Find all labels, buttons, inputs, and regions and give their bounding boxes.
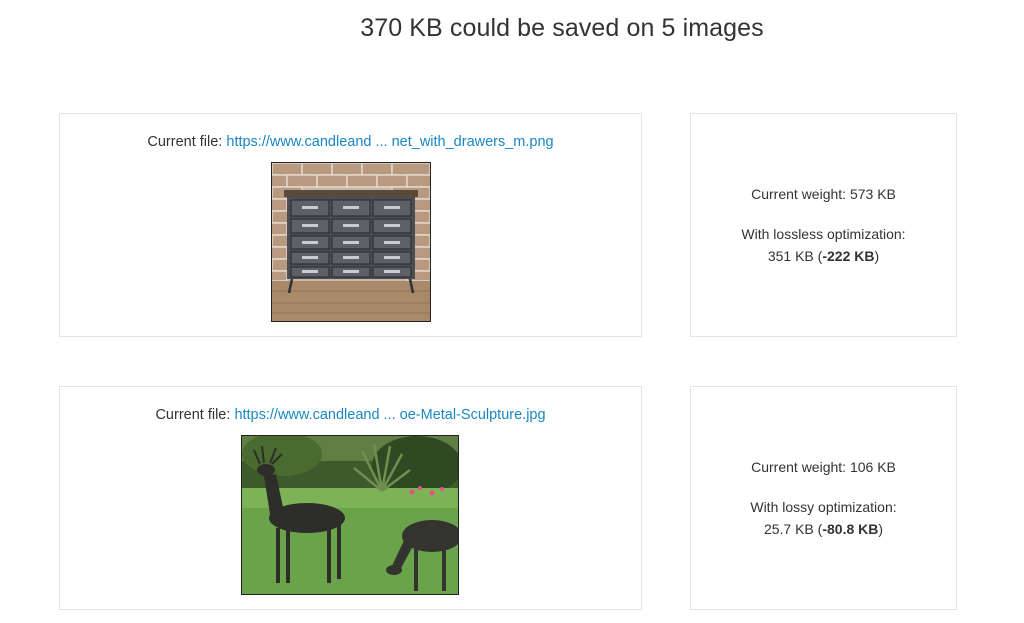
current-file-label: Current file:: [155, 407, 235, 423]
optimization-label: With lossless optimization:: [741, 226, 906, 242]
cabinet-image: [271, 162, 431, 322]
optimized-size: 351 KB (-222 KB): [767, 248, 880, 264]
savings-value: -80.8 KB: [822, 521, 879, 537]
file-card: Current file: https://www.candleand ... …: [59, 386, 642, 610]
current-weight: Current weight: 106 KB: [751, 459, 896, 475]
file-card: Current file: https://www.candleand ... …: [59, 113, 642, 337]
savings-value: -222 KB: [822, 248, 875, 264]
page-title: 370 KB could be saved on 5 images: [360, 14, 764, 42]
optimization-label: With lossy optimization:: [750, 499, 897, 515]
deer-sculpture-image: [241, 435, 459, 595]
current-file-line: Current file: https://www.candleand ... …: [60, 407, 641, 423]
stats-card: Current weight: 106 KB With lossy optimi…: [690, 386, 957, 610]
current-file-line: Current file: https://www.candleand ... …: [60, 134, 641, 150]
current-file-label: Current file:: [147, 134, 227, 150]
stats-card: Current weight: 573 KB With lossless opt…: [690, 113, 957, 337]
current-file-link[interactable]: https://www.candleand ... net_with_drawe…: [226, 134, 553, 150]
optimized-size: 25.7 KB (-80.8 KB): [763, 521, 884, 537]
current-file-link[interactable]: https://www.candleand ... oe-Metal-Sculp…: [234, 407, 545, 423]
current-weight: Current weight: 573 KB: [751, 186, 896, 202]
page: 370 KB could be saved on 5 images Curren…: [0, 0, 1024, 623]
